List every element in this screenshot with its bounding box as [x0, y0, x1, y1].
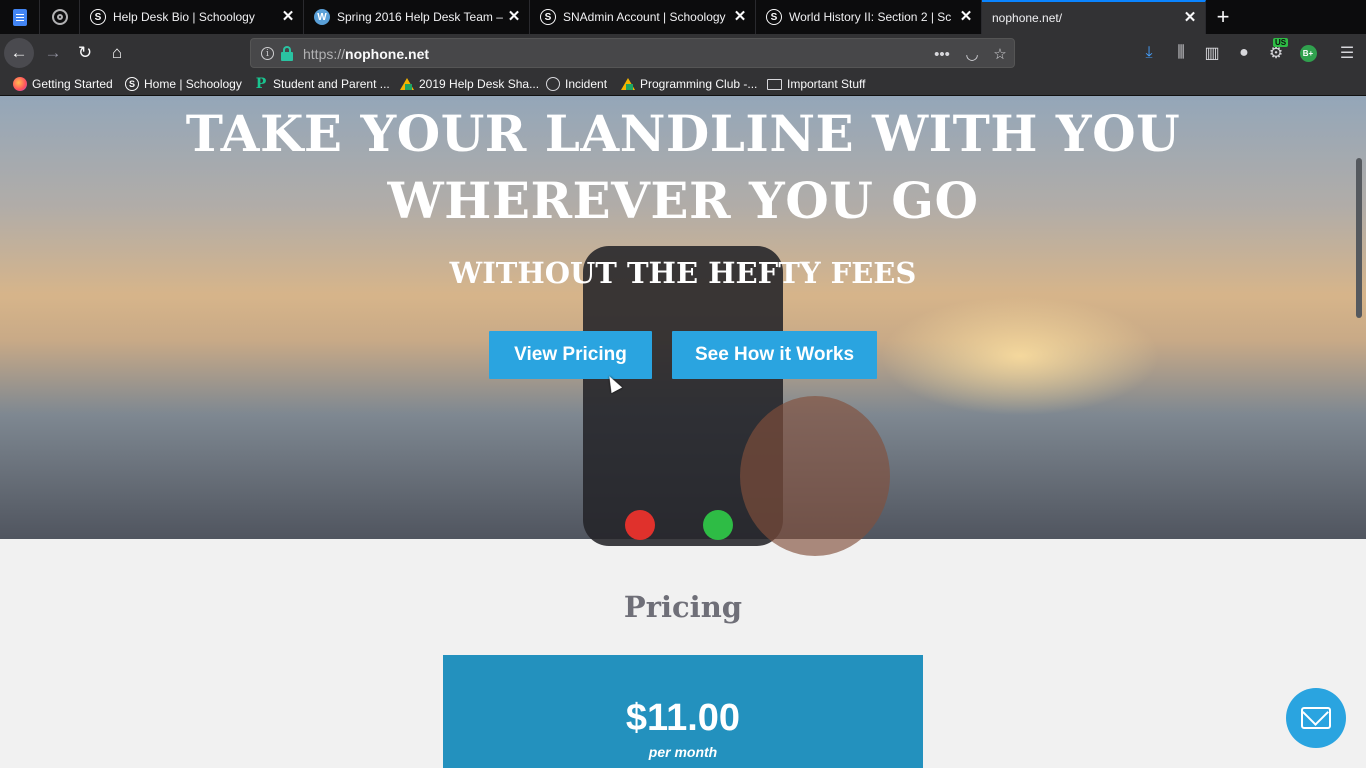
account-button[interactable]: ●	[1231, 40, 1257, 66]
bookmark-label: 2019 Help Desk Sha...	[419, 77, 540, 91]
url-bar[interactable]: i https://nophone.net ••• ◡ ☆	[250, 38, 1015, 68]
bookmark-star-button[interactable]: ☆	[989, 43, 1011, 65]
price-period: per month	[648, 744, 718, 760]
folder-icon	[767, 78, 782, 90]
bookmark-help-desk-share[interactable]: 2019 Help Desk Sha...	[400, 75, 539, 93]
page-actions-button[interactable]: •••	[931, 43, 953, 65]
navigation-toolbar: ← → ↻ ⌂ i https://nophone.net ••• ◡ ☆ ⤓ …	[0, 34, 1366, 72]
wordpress-icon: W	[314, 9, 330, 25]
bookmark-programming-club[interactable]: Programming Club -...	[621, 75, 757, 93]
tab-snadmin[interactable]: S SNAdmin Account | Schoology ✕	[532, 0, 756, 34]
tab-title: Help Desk Bio | Schoology	[113, 10, 255, 24]
close-icon[interactable]: ✕	[507, 9, 521, 24]
downloads-button[interactable]: ⤓	[1136, 40, 1162, 66]
bookmark-label: Incident	[565, 77, 608, 91]
bookmark-home-schoology[interactable]: S Home | Schoology	[125, 75, 242, 93]
reload-icon: ↻	[77, 43, 93, 62]
decline-call-icon	[625, 510, 655, 540]
contact-chat-button[interactable]	[1286, 688, 1346, 748]
tab-title: nophone.net/	[992, 11, 1063, 25]
more-horizontal-icon: •••	[934, 45, 950, 63]
hero-section: TAKE YOUR LANDLINE WITH YOU WHEREVER YOU…	[0, 96, 1366, 556]
url-host: nophone.net	[345, 46, 430, 62]
schoology-icon: S	[90, 9, 106, 25]
see-how-it-works-button[interactable]: See How it Works	[672, 331, 877, 379]
pocket-icon: ◡	[965, 46, 979, 63]
mail-icon	[1301, 707, 1331, 729]
library-icon: ⫼	[1177, 44, 1185, 61]
library-button[interactable]: ⫼	[1168, 40, 1194, 66]
bookmark-getting-started[interactable]: Getting Started	[13, 75, 113, 93]
hamburger-menu-icon: ☰	[1339, 45, 1355, 62]
arrow-left-icon: ←	[10, 43, 28, 62]
menu-button[interactable]: ☰	[1334, 40, 1360, 66]
bookmark-incident[interactable]: Incident	[546, 75, 607, 93]
schoology-icon: S	[766, 9, 782, 25]
tab-title: Spring 2016 Help Desk Team –	[337, 10, 503, 24]
bookmark-label: Getting Started	[32, 77, 113, 91]
schoology-icon: S	[540, 9, 556, 25]
drive-icon	[621, 78, 635, 90]
pinned-tab-app[interactable]	[40, 0, 80, 34]
account-icon: ●	[1239, 44, 1249, 61]
url-protocol: https://	[303, 46, 346, 62]
hero-headline: TAKE YOUR LANDLINE WITH YOU WHEREVER YOU…	[185, 104, 1181, 230]
hero-background-hand	[740, 396, 890, 556]
back-button[interactable]: ←	[4, 38, 34, 68]
hero-background-sun	[880, 296, 1160, 416]
new-tab-button[interactable]: +	[1208, 0, 1238, 34]
tab-title: World History II: Section 2 | Sc	[789, 10, 952, 24]
pricing-title: Pricing	[623, 590, 743, 624]
globe-icon	[546, 77, 560, 91]
bookmarks-toolbar: Getting Started S Home | Schoology P Stu…	[0, 72, 1366, 96]
hero-subheadline: WITHOUT THE HEFTY FEES	[449, 256, 917, 290]
price-amount: $11.00	[625, 697, 741, 739]
tab-title: SNAdmin Account | Schoology	[563, 10, 726, 24]
star-icon: ☆	[993, 46, 1007, 63]
extension-vpn-button[interactable]: ⚙ US	[1263, 38, 1289, 66]
price-card: $11.00 per month	[443, 655, 923, 768]
lock-icon[interactable]	[281, 46, 293, 61]
pinned-tab-docs[interactable]	[0, 0, 40, 34]
page-viewport: TAKE YOUR LANDLINE WITH YOU WHEREVER YOU…	[0, 96, 1366, 768]
bookmark-label: Programming Club -...	[640, 77, 758, 91]
sidebar-icon: ▥	[1204, 45, 1220, 62]
tab-world-history[interactable]: S World History II: Section 2 | Sc ✕	[758, 0, 982, 34]
view-pricing-button[interactable]: View Pricing	[489, 331, 652, 379]
bookmark-student-parent[interactable]: P Student and Parent ...	[254, 75, 390, 93]
bookmark-label: Student and Parent ...	[273, 77, 390, 91]
schoology-icon: S	[125, 77, 139, 91]
sidebar-button[interactable]: ▥	[1199, 40, 1225, 66]
firefox-icon	[13, 77, 27, 91]
tab-help-desk-team[interactable]: W Spring 2016 Help Desk Team – ✕	[306, 0, 530, 34]
docs-icon	[12, 8, 27, 26]
page-scrollbar[interactable]	[1356, 158, 1362, 318]
close-icon[interactable]: ✕	[1183, 10, 1197, 25]
close-icon[interactable]: ✕	[281, 9, 295, 24]
reload-button[interactable]: ↻	[70, 38, 100, 68]
grade-extension-button[interactable]: B+	[1295, 40, 1321, 66]
tab-help-desk-bio[interactable]: S Help Desk Bio | Schoology ✕	[82, 0, 304, 34]
tab-nophone[interactable]: nophone.net/ ✕	[982, 0, 1206, 34]
close-icon[interactable]: ✕	[959, 9, 973, 24]
home-icon: ⌂	[111, 43, 123, 62]
accept-call-icon	[703, 510, 733, 540]
bookmark-label: Important Stuff	[787, 77, 866, 91]
region-badge: US	[1273, 38, 1289, 47]
tab-strip: S Help Desk Bio | Schoology ✕ W Spring 2…	[0, 0, 1366, 34]
arrow-right-icon: →	[44, 43, 62, 62]
info-icon[interactable]: i	[261, 47, 274, 60]
pocket-button[interactable]: ◡	[961, 43, 983, 65]
home-button[interactable]: ⌂	[102, 38, 132, 68]
grade-badge: B+	[1299, 44, 1317, 62]
close-icon[interactable]: ✕	[733, 9, 747, 24]
bookmark-important-stuff[interactable]: Important Stuff	[767, 75, 866, 93]
drive-icon	[400, 78, 414, 90]
spiral-icon	[51, 9, 68, 25]
p-icon: P	[255, 76, 267, 92]
forward-button[interactable]: →	[38, 38, 68, 68]
bookmark-label: Home | Schoology	[144, 77, 242, 91]
url-text[interactable]: https://nophone.net	[303, 46, 429, 62]
download-icon: ⤓	[1145, 44, 1153, 61]
